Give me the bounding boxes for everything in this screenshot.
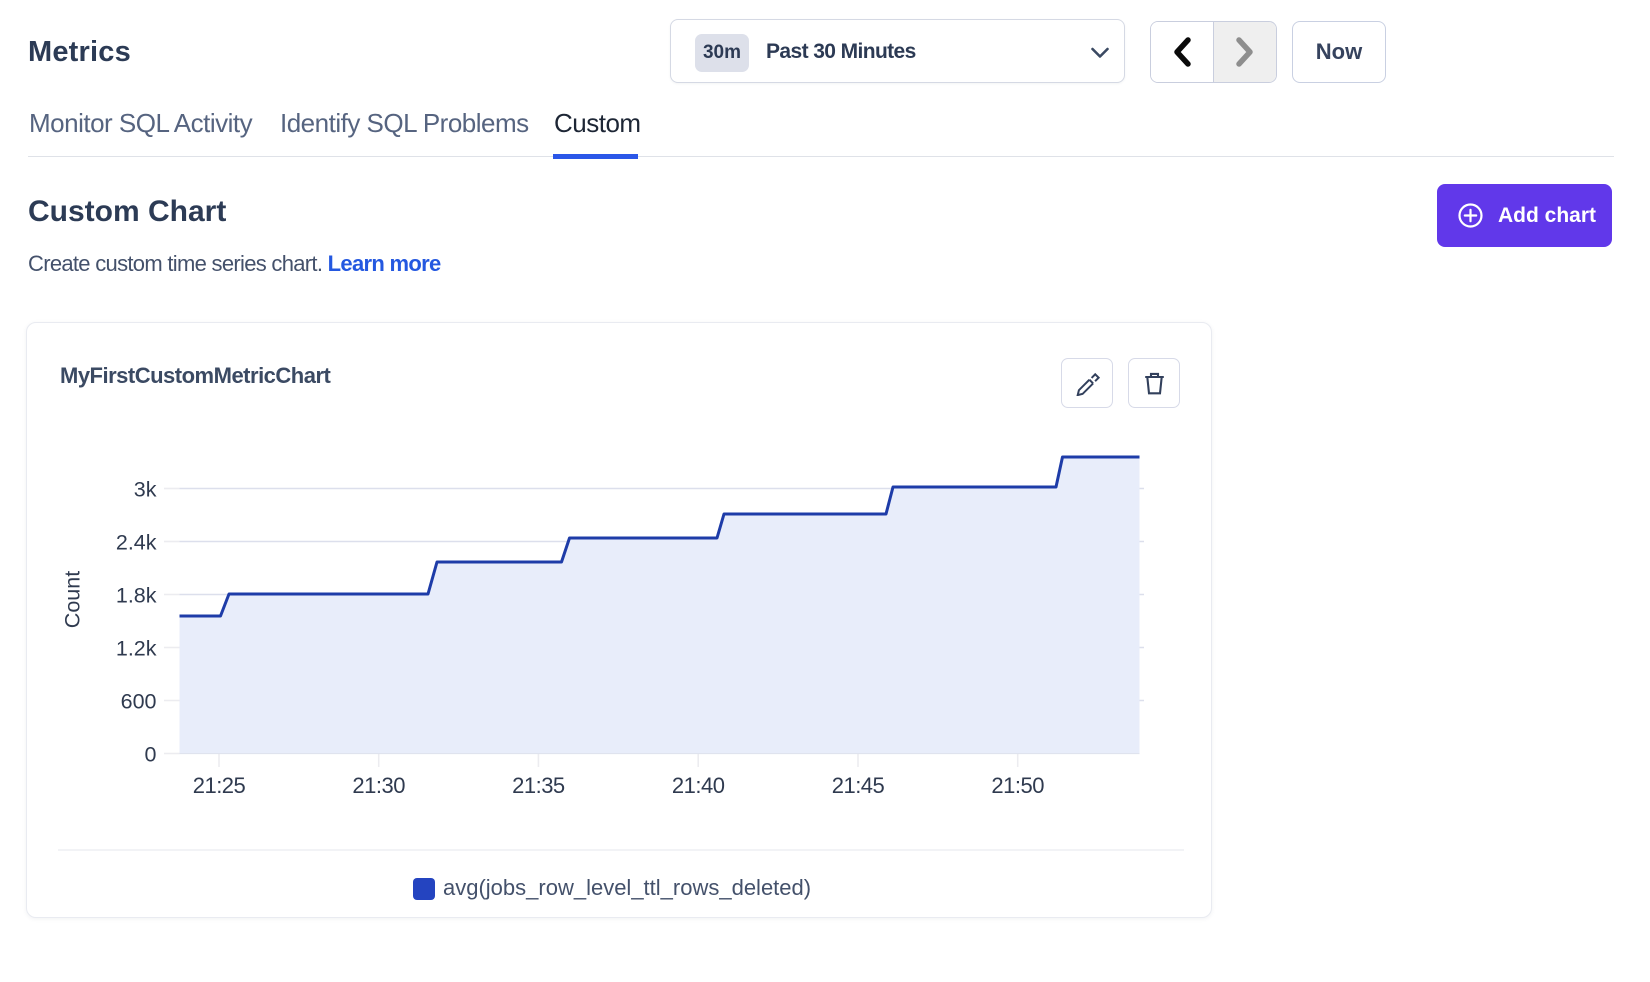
svg-text:0: 0 xyxy=(145,743,157,767)
svg-text:21:25: 21:25 xyxy=(193,773,246,798)
svg-text:avg(jobs_row_level_ttl_rows_de: avg(jobs_row_level_ttl_rows_deleted) xyxy=(443,875,811,900)
svg-text:21:35: 21:35 xyxy=(512,773,565,798)
svg-text:21:40: 21:40 xyxy=(672,773,725,798)
svg-text:21:30: 21:30 xyxy=(352,773,405,798)
svg-text:3k: 3k xyxy=(134,478,157,502)
svg-text:1.8k: 1.8k xyxy=(116,584,157,608)
svg-text:21:50: 21:50 xyxy=(991,773,1044,798)
svg-text:1.2k: 1.2k xyxy=(116,637,157,661)
svg-text:2.4k: 2.4k xyxy=(116,531,157,555)
svg-text:600: 600 xyxy=(121,690,157,714)
svg-text:Count: Count xyxy=(61,571,85,628)
svg-text:21:45: 21:45 xyxy=(832,773,885,798)
